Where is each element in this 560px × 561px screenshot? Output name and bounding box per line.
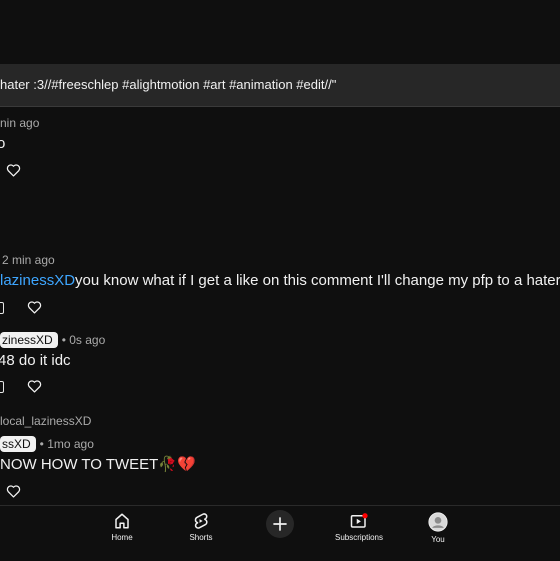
nav-shorts[interactable]: Shorts: [171, 512, 231, 542]
create-button[interactable]: [266, 510, 294, 538]
avatar: [428, 512, 448, 532]
subscriptions-icon: [350, 513, 368, 528]
plus-icon: [273, 517, 287, 531]
like-icon[interactable]: [0, 381, 4, 393]
author-chip[interactable]: zinessXD: [0, 332, 58, 348]
author-chip[interactable]: ssXD: [0, 436, 36, 452]
notification-dot: [362, 513, 368, 519]
nav-subscriptions-label: Subscriptions: [334, 533, 384, 542]
comment-header: 2 min ago: [0, 253, 55, 267]
heart-icon[interactable]: [6, 484, 21, 498]
bottom-navigation: Home Shorts Subscriptions You: [0, 505, 560, 561]
comment-body: you know what if I get a like on this co…: [75, 272, 560, 289]
heart-icon[interactable]: [27, 300, 42, 314]
comment-time: • 1mo ago: [39, 437, 94, 451]
comment-time: • 0s ago: [61, 333, 106, 347]
shorts-icon: [194, 513, 208, 529]
like-icon[interactable]: [0, 302, 4, 314]
heart-icon[interactable]: [6, 163, 21, 177]
nav-home[interactable]: Home: [92, 512, 152, 542]
home-icon: [115, 513, 129, 529]
nav-subscriptions[interactable]: Subscriptions: [329, 512, 389, 542]
nav-you-label: You: [431, 535, 445, 544]
heart-icon[interactable]: [27, 379, 42, 393]
mention-link[interactable]: lazinessXD: [0, 272, 75, 289]
comment-text: 48 do it idc: [0, 352, 71, 369]
video-title: hater :3//#freeschlep #alightmotion #art…: [0, 77, 337, 92]
comment-header: ssXD • 1mo ago: [0, 436, 94, 452]
replying-to[interactable]: local_lazinessXD: [0, 414, 91, 428]
nav-home-label: Home: [111, 533, 133, 542]
nav-you[interactable]: You: [408, 512, 468, 544]
nav-shorts-label: Shorts: [189, 533, 213, 542]
comment-text: lazinessXDyou know what if I get a like …: [0, 272, 560, 289]
comment-header: zinessXD • 0s ago: [0, 332, 105, 348]
comment-text: NOW HOW TO TWEET🥀💔: [0, 456, 196, 473]
comment-text: o: [0, 135, 6, 152]
comment-time: 2 min ago: [2, 253, 55, 267]
video-title-banner[interactable]: hater :3//#freeschlep #alightmotion #art…: [0, 64, 560, 107]
comment-time: nin ago: [0, 116, 40, 130]
top-area: [0, 0, 560, 64]
